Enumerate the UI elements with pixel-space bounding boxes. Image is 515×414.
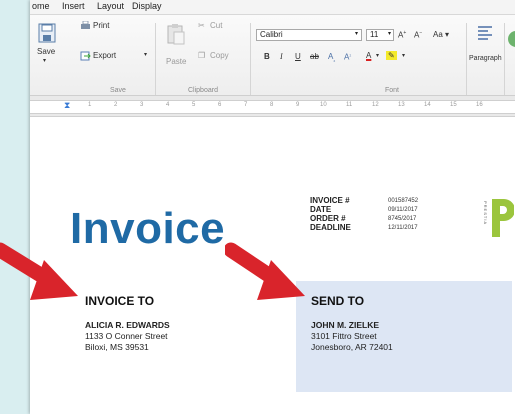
meta-value: 12/11/2017 bbox=[388, 225, 418, 231]
ruler-number: 13 bbox=[398, 102, 405, 108]
menu-layout[interactable]: Layout bbox=[97, 1, 124, 11]
font-name-value: Calibri bbox=[260, 30, 283, 39]
scissors-icon: ✂ bbox=[198, 21, 205, 30]
ruler-number: 1 bbox=[88, 102, 92, 108]
divider bbox=[504, 23, 505, 95]
logo-text: PRESTIA bbox=[483, 201, 488, 225]
underline-icon[interactable]: U bbox=[295, 52, 301, 61]
invoice-to-heading: INVOICE TO bbox=[85, 294, 155, 308]
copy-label: Copy bbox=[210, 51, 229, 60]
chevron-down-icon: ▾ bbox=[387, 31, 391, 37]
subscript-icon[interactable]: A₂ bbox=[328, 52, 335, 64]
indent-marker-icon[interactable]: ⧗ bbox=[64, 100, 70, 111]
invoice-to-city: Biloxi, MS 39531 bbox=[85, 342, 149, 352]
change-case-icon[interactable]: Aa ▾ bbox=[433, 30, 449, 39]
group-label-font: Font bbox=[385, 87, 400, 94]
chevron-down-icon: ▾ bbox=[144, 52, 148, 58]
ruler: ⧗ 1 2 3 4 5 6 7 8 9 10 11 12 13 14 15 16 bbox=[30, 96, 515, 117]
menu-display[interactable]: Display bbox=[132, 1, 162, 11]
ruler-number: 12 bbox=[372, 102, 379, 108]
font-size-select[interactable]: 11 ▾ bbox=[366, 29, 394, 41]
copy-icon: ❐ bbox=[198, 51, 206, 60]
annotation-arrow-send-to bbox=[225, 242, 305, 300]
ruler-number: 14 bbox=[424, 102, 431, 108]
chevron-down-icon[interactable]: ▾ bbox=[402, 52, 405, 59]
company-logo: PRESTIA bbox=[483, 199, 514, 237]
font-color-icon[interactable]: A bbox=[366, 51, 371, 60]
grow-font-icon[interactable]: A+ bbox=[398, 30, 406, 40]
invoice-to-street: 1133 O Conner Street bbox=[85, 331, 168, 341]
chevron-down-icon[interactable]: ▾ bbox=[376, 52, 379, 59]
paste-button[interactable]: Paste bbox=[162, 21, 190, 67]
meta-value: 001587452 bbox=[388, 198, 419, 204]
ruler-track[interactable]: ⧗ 1 2 3 4 5 6 7 8 9 10 11 12 13 14 15 16 bbox=[30, 100, 515, 114]
divider bbox=[466, 23, 467, 95]
annotation-arrow-invoice-to bbox=[0, 242, 78, 300]
export-button[interactable]: Export ▾ bbox=[80, 51, 150, 63]
strikethrough-icon[interactable]: ab bbox=[310, 52, 319, 61]
font-name-select[interactable]: Calibri ▾ bbox=[256, 29, 362, 41]
ruler-number: 8 bbox=[270, 102, 274, 108]
group-label-save: Save bbox=[110, 87, 126, 94]
meta-label: ORDER # bbox=[310, 214, 346, 223]
meta-label: DATE bbox=[310, 205, 332, 214]
chevron-down-icon: ▾ bbox=[354, 31, 358, 37]
send-to-heading: SEND TO bbox=[311, 294, 365, 308]
export-icon bbox=[80, 51, 91, 61]
ruler-number: 6 bbox=[218, 102, 222, 108]
superscript-icon[interactable]: A₂ bbox=[344, 52, 351, 62]
bold-icon[interactable]: B bbox=[264, 52, 270, 61]
export-label: Export bbox=[93, 51, 117, 60]
paragraph-label: Paragraph bbox=[469, 55, 502, 62]
app-window: ome Insert Layout Display Save ▾ Print E… bbox=[30, 0, 515, 414]
send-to-city: Jonesboro, AR 72401 bbox=[311, 342, 393, 352]
save-icon bbox=[38, 23, 56, 43]
ruler-number: 10 bbox=[320, 102, 327, 108]
send-to-street: 3101 Fittro Street bbox=[311, 331, 377, 341]
print-label: Print bbox=[93, 21, 110, 30]
shrink-font-icon[interactable]: A− bbox=[414, 30, 422, 40]
paste-icon bbox=[167, 24, 185, 45]
ruler-number: 11 bbox=[346, 102, 353, 108]
cut-label: Cut bbox=[210, 21, 223, 30]
copy-button[interactable]: ❐ Copy bbox=[198, 51, 238, 63]
save-button[interactable]: Save ▾ bbox=[34, 21, 60, 67]
chevron-down-icon: ▾ bbox=[43, 58, 47, 64]
print-icon bbox=[81, 21, 90, 29]
invoice-to-name: ALICIA R. EDWARDS bbox=[85, 320, 170, 330]
meta-label: DEADLINE bbox=[310, 223, 351, 232]
ribbon-toolbar: Save ▾ Print Export ▾ Save Paste ✂ Cut ❐… bbox=[30, 15, 515, 96]
ruler-number: 7 bbox=[244, 102, 248, 108]
ruler-number: 2 bbox=[114, 102, 118, 108]
cut-button[interactable]: ✂ Cut bbox=[198, 21, 238, 33]
font-size-value: 11 bbox=[370, 30, 379, 39]
invoice-title: Invoice bbox=[70, 204, 226, 253]
menu-home[interactable]: ome bbox=[32, 1, 50, 11]
divider bbox=[250, 23, 251, 95]
ruler-number: 16 bbox=[476, 102, 483, 108]
meta-value: 8745/2017 bbox=[388, 216, 417, 222]
ruler-number: 15 bbox=[450, 102, 457, 108]
paste-label: Paste bbox=[166, 57, 187, 66]
italic-icon[interactable]: I bbox=[280, 52, 283, 61]
invoice-to-address: ALICIA R. EDWARDS 1133 O Conner Street B… bbox=[85, 320, 170, 353]
ruler-number: 4 bbox=[166, 102, 170, 108]
ruler-number: 5 bbox=[192, 102, 196, 108]
paragraph-button[interactable]: Paragraph bbox=[468, 21, 502, 69]
save-label: Save bbox=[37, 47, 56, 56]
styles-icon[interactable] bbox=[507, 29, 515, 51]
divider bbox=[155, 23, 156, 95]
print-button[interactable]: Print bbox=[80, 21, 140, 33]
meta-label: INVOICE # bbox=[310, 196, 350, 205]
menu-bar: ome Insert Layout Display bbox=[30, 0, 515, 15]
ruler-number: 3 bbox=[140, 102, 144, 108]
highlight-icon[interactable]: ✎ bbox=[386, 51, 397, 60]
paragraph-align-icon bbox=[478, 26, 492, 40]
group-label-clipboard: Clipboard bbox=[188, 87, 218, 94]
send-to-address: JOHN M. ZIELKE 3101 Fittro Street Jonesb… bbox=[311, 320, 393, 353]
send-to-name: JOHN M. ZIELKE bbox=[311, 320, 380, 330]
ruler-number: 9 bbox=[296, 102, 300, 108]
menu-insert[interactable]: Insert bbox=[62, 1, 85, 11]
meta-value: 09/11/2017 bbox=[388, 207, 418, 213]
